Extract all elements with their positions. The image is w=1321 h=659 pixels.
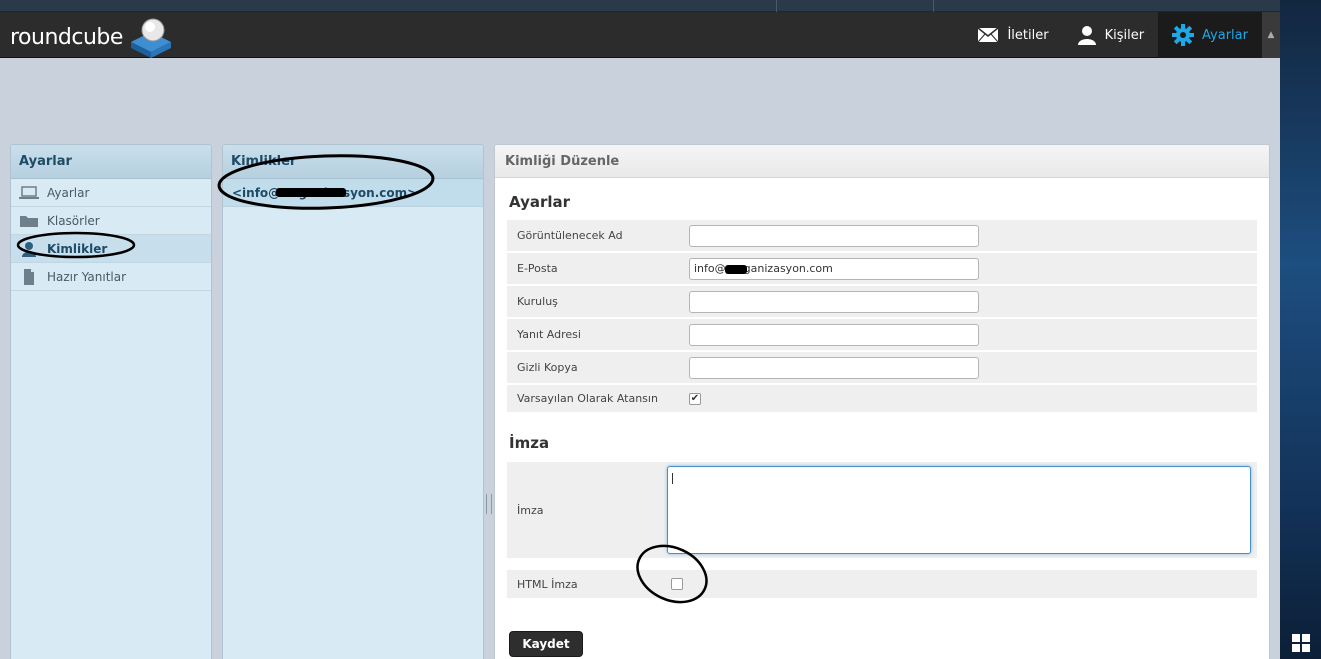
signature-textarea[interactable] (667, 466, 1251, 554)
laptop-icon (19, 185, 39, 199)
settings-panel-title: Ayarlar (11, 145, 211, 179)
display-name-label: Görüntülenecek Ad (517, 229, 623, 242)
settings-item-label: Hazır Yanıtlar (47, 269, 127, 284)
signature-row: İmza (507, 462, 1257, 558)
save-button[interactable]: Kaydet (509, 631, 583, 657)
logo-text: roundcube (10, 24, 123, 50)
text-cursor (672, 473, 673, 484)
gear-icon (1172, 24, 1195, 46)
email-input[interactable] (689, 257, 979, 280)
settings-item-label: Ayarlar (47, 185, 90, 200)
email-row: E-Posta (507, 253, 1257, 284)
signature-section-title: İmza (509, 434, 550, 452)
settings-item-label: Kimlikler (47, 241, 108, 256)
panel-resize-handle[interactable] (486, 494, 492, 514)
reply-to-input[interactable] (689, 323, 979, 346)
windows-start-button[interactable] (1286, 628, 1316, 658)
edit-identity-title: Kimliği Düzenle (495, 145, 1269, 178)
reply-to-label: Yanıt Adresi (517, 328, 581, 341)
edit-identity-panel: Kimliği Düzenle Ayarlar Görüntülenecek A… (494, 144, 1270, 659)
identities-panel-title: Kimlikler (223, 145, 483, 179)
default-identity-row: Varsayılan Olarak Atansın ✔ (507, 385, 1257, 412)
tab-separator (933, 0, 934, 12)
nav-mail[interactable]: İletiler (963, 12, 1062, 58)
document-icon (24, 268, 34, 285)
settings-item-folders[interactable]: Klasörler (11, 207, 211, 235)
html-signature-row: HTML İmza (507, 570, 1257, 598)
settings-item-responses[interactable]: Hazır Yanıtlar (11, 263, 211, 291)
nav-contacts[interactable]: Kişiler (1063, 12, 1158, 58)
windows-logo-pane (1292, 644, 1300, 652)
top-header: roundcube İletiler Kişiler Ayarlar ▲ (0, 12, 1280, 58)
bcc-row: Gizli Kopya (507, 352, 1257, 383)
main-navigation: İletiler Kişiler Ayarlar ▲ (963, 12, 1280, 58)
checkmark-icon: ✔ (690, 392, 700, 404)
settings-item-identities[interactable]: Kimlikler (11, 235, 211, 263)
bcc-label: Gizli Kopya (517, 361, 578, 374)
browser-tab-strip (0, 0, 1280, 12)
default-identity-checkbox[interactable]: ✔ (689, 392, 701, 405)
roundcube-cube-icon (130, 18, 171, 58)
person-icon (1077, 26, 1096, 45)
settings-sections-panel: Ayarlar Ayarlar Klasörler Kimlikler Hazı… (10, 144, 212, 659)
envelope-icon (977, 27, 999, 43)
windows-logo-pane (1302, 644, 1310, 652)
nav-settings-label: Ayarlar (1202, 27, 1248, 43)
collapse-header-button[interactable]: ▲ (1262, 12, 1280, 58)
settings-section-title: Ayarlar (509, 193, 571, 211)
signature-label: İmza (517, 503, 544, 517)
organization-input[interactable] (689, 290, 979, 313)
identity-email: <info@ organizasyon.com> (232, 185, 418, 200)
organization-row: Kuruluş (507, 286, 1257, 317)
roundcube-app: roundcube İletiler Kişiler Ayarlar ▲ Aya… (0, 12, 1280, 659)
html-signature-checkbox[interactable] (671, 578, 683, 590)
identity-list-item[interactable]: <info@ organizasyon.com> (223, 179, 483, 207)
bcc-input[interactable] (689, 356, 979, 379)
identities-panel: Kimlikler <info@ organizasyon.com> (222, 144, 484, 659)
desktop-background (1280, 0, 1321, 659)
windows-logo-pane (1292, 634, 1300, 642)
chevron-up-icon: ▲ (1267, 30, 1275, 40)
display-name-input[interactable] (689, 224, 979, 247)
folder-icon (20, 215, 38, 227)
default-identity-label: Varsayılan Olarak Atansın (517, 392, 658, 405)
organization-label: Kuruluş (517, 295, 558, 308)
person-icon (22, 241, 36, 257)
reply-to-row: Yanıt Adresi (507, 319, 1257, 350)
settings-item-preferences[interactable]: Ayarlar (11, 179, 211, 207)
nav-settings[interactable]: Ayarlar (1158, 12, 1262, 58)
tab-separator (776, 0, 777, 12)
email-label: E-Posta (517, 262, 558, 275)
nav-mail-label: İletiler (1007, 27, 1049, 43)
display-name-row: Görüntülenecek Ad (507, 220, 1257, 251)
windows-logo-pane (1302, 634, 1310, 642)
roundcube-logo[interactable]: roundcube (10, 16, 175, 58)
html-signature-label: HTML İmza (517, 577, 578, 591)
nav-contacts-label: Kişiler (1104, 27, 1145, 43)
settings-item-label: Klasörler (47, 213, 100, 228)
